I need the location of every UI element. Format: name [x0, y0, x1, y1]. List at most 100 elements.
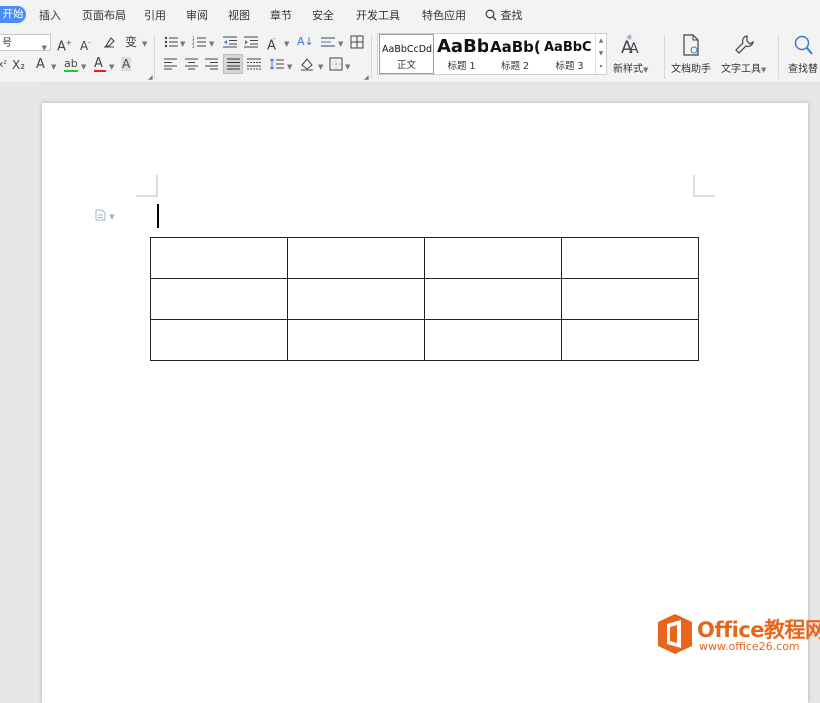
table-cell[interactable]	[287, 278, 425, 320]
table-cell[interactable]	[424, 278, 562, 320]
chevron-down-icon[interactable]: ▼	[142, 40, 147, 48]
increase-indent-icon[interactable]	[244, 36, 258, 52]
font-size-value: 号	[2, 38, 12, 49]
line-direction-icon[interactable]	[321, 36, 335, 52]
find-replace-label: 查找替	[788, 64, 818, 75]
svg-text:✳: ✳	[626, 34, 633, 42]
tab-insert[interactable]: 插入	[39, 7, 61, 23]
tab-home[interactable]: 开始	[0, 6, 26, 23]
style-sample: AaBbCcDd	[382, 44, 433, 55]
style-sample: AaBb	[437, 36, 488, 57]
tab-security[interactable]: 安全	[312, 7, 334, 23]
gallery-scrollbar[interactable]: ▲ ▼ ▾	[595, 34, 606, 74]
table-row	[150, 278, 699, 320]
distribute-icon[interactable]	[247, 58, 261, 74]
paragraph-layout-icon[interactable]: ▼	[95, 209, 115, 222]
tab-chapter[interactable]: 章节	[270, 7, 292, 23]
table-cell[interactable]	[561, 319, 699, 361]
align-right-icon[interactable]	[205, 58, 218, 74]
svg-text:A: A	[629, 41, 639, 56]
style-gallery: AaBbCcDd 正文 AaBb 标题 1 AaBb( 标题 2 AaBbC 标…	[377, 33, 607, 75]
style-normal[interactable]: AaBbCcDd 正文	[379, 34, 434, 74]
table-cell[interactable]	[424, 319, 562, 361]
chevron-down-icon[interactable]: ▼	[51, 63, 56, 71]
chevron-down-icon[interactable]: ▼	[109, 63, 114, 71]
table-cell[interactable]	[561, 278, 699, 320]
search-tab[interactable]: 查找	[485, 7, 523, 23]
table-cell[interactable]	[150, 278, 288, 320]
bullet-list-icon[interactable]	[164, 36, 178, 52]
sort-icon[interactable]: A↓	[297, 35, 314, 49]
tab-view[interactable]: 视图	[228, 7, 250, 23]
style-heading-3[interactable]: AaBbC 标题 3	[542, 34, 597, 74]
gallery-more-icon[interactable]: ▾	[596, 60, 606, 73]
table-body	[150, 237, 699, 361]
text-tools-button[interactable]: 文字工具▼	[721, 34, 766, 75]
doc-assistant-button[interactable]: 文档助手	[671, 34, 711, 75]
show-marks-icon[interactable]	[350, 35, 364, 53]
font-group-launcher-icon[interactable]: ◢	[148, 74, 153, 81]
document-table[interactable]	[150, 237, 699, 361]
menu-bar: 开始 插入 页面布局 引用 审阅 视图 章节 安全 开发工具 特色应用 查找	[0, 0, 820, 30]
justify-button[interactable]	[223, 54, 243, 74]
chevron-down-icon[interactable]: ▼	[209, 40, 214, 48]
text-cursor	[157, 204, 159, 228]
subscript-icon[interactable]: X₂	[12, 58, 25, 72]
wrench-icon	[734, 35, 754, 54]
numbered-list-icon[interactable]: 123	[192, 36, 206, 52]
divider	[371, 35, 372, 79]
tab-review[interactable]: 审阅	[186, 7, 208, 23]
new-style-button[interactable]: A A ✳ 新样式▼	[613, 34, 648, 75]
tab-page-layout[interactable]: 页面布局	[82, 7, 126, 23]
chevron-down-icon[interactable]: ▼	[284, 40, 289, 48]
line-spacing-icon[interactable]	[269, 58, 284, 74]
phonetic-icon[interactable]: 变	[125, 35, 137, 49]
chevron-up-icon[interactable]: ▲	[596, 34, 606, 47]
table-row	[150, 237, 699, 279]
new-style-label: 新样式	[613, 64, 643, 75]
text-tools-label: 文字工具	[721, 64, 761, 75]
chevron-down-icon[interactable]: ▼	[81, 63, 86, 71]
tab-references[interactable]: 引用	[144, 7, 166, 23]
shrink-font-icon[interactable]: A-	[80, 36, 91, 53]
chevron-down-icon[interactable]: ▼	[338, 40, 343, 48]
table-cell[interactable]	[561, 237, 699, 279]
table-cell[interactable]	[287, 319, 425, 361]
chevron-down-icon[interactable]: ▼	[345, 63, 350, 71]
find-replace-button[interactable]: 查找替	[788, 34, 818, 75]
paragraph-group-launcher-icon[interactable]: ◢	[364, 74, 369, 81]
chevron-down-icon[interactable]: ▼	[318, 63, 323, 71]
font-size-select[interactable]: 号 ▼	[0, 34, 51, 52]
style-name: 标题 2	[500, 61, 530, 72]
align-left-icon[interactable]	[164, 58, 177, 74]
highlight-icon[interactable]: ab	[64, 57, 78, 72]
align-center-icon[interactable]	[185, 58, 198, 74]
margin-corner-top-left	[136, 175, 158, 197]
divider	[154, 35, 155, 79]
shading-icon[interactable]	[299, 57, 315, 75]
watermark: Office教程网 www.office26.com	[655, 612, 820, 657]
font-color-icon[interactable]: A	[94, 57, 106, 72]
superscript-icon[interactable]: x²	[0, 58, 7, 72]
border-icon[interactable]	[329, 57, 343, 75]
char-shading-icon[interactable]: A	[121, 57, 132, 71]
svg-text:3: 3	[192, 44, 195, 48]
chevron-down-icon[interactable]: ▼	[287, 63, 292, 71]
chevron-down-icon[interactable]: ▼	[596, 47, 606, 60]
table-cell[interactable]	[287, 237, 425, 279]
clear-format-icon[interactable]	[102, 35, 116, 53]
divider	[778, 35, 779, 79]
table-cell[interactable]	[424, 237, 562, 279]
chinese-layout-icon[interactable]: Ä	[267, 35, 276, 53]
style-heading-2[interactable]: AaBb( 标题 2	[488, 34, 542, 74]
grow-font-icon[interactable]: A+	[57, 36, 72, 54]
text-effect-icon[interactable]: A	[36, 58, 45, 72]
tab-developer[interactable]: 开发工具	[356, 7, 400, 23]
chevron-down-icon[interactable]: ▼	[180, 40, 185, 48]
style-heading-1[interactable]: AaBb 标题 1	[435, 34, 488, 74]
table-cell[interactable]	[150, 237, 288, 279]
document-gutter	[0, 82, 42, 661]
decrease-indent-icon[interactable]	[223, 36, 237, 52]
table-cell[interactable]	[150, 319, 288, 361]
tab-special[interactable]: 特色应用	[422, 7, 466, 23]
